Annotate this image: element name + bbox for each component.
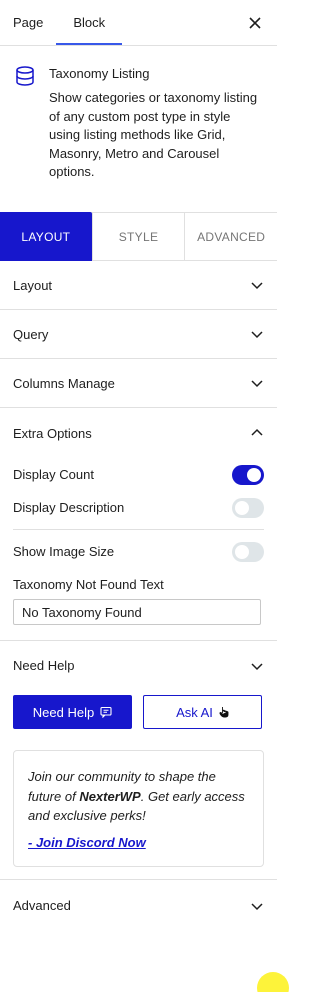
chevron-down-icon xyxy=(251,662,263,670)
toggle-knob xyxy=(235,500,249,515)
chevron-down-icon xyxy=(251,282,263,290)
community-card: Join our community to shape the future o… xyxy=(13,750,264,867)
chat-icon xyxy=(100,706,112,718)
toggle-knob xyxy=(247,467,261,482)
chevron-up-icon xyxy=(251,428,263,436)
toggle-knob xyxy=(235,544,249,559)
chevron-down-icon xyxy=(251,380,263,388)
brand-name: NexterWP xyxy=(79,788,141,804)
divider xyxy=(13,529,264,530)
help-buttons: Need Help Ask AI xyxy=(0,690,277,729)
pointer-hand-icon xyxy=(219,707,229,718)
panel-title: Columns Manage xyxy=(13,375,115,391)
tab-advanced[interactable]: ADVANCED xyxy=(184,213,277,260)
need-help-button[interactable]: Need Help xyxy=(13,695,132,729)
panel-title: Extra Options xyxy=(13,425,92,441)
need-help-button-label: Need Help xyxy=(32,704,95,720)
display-count-label: Display Count xyxy=(13,467,94,482)
display-count-row: Display Count xyxy=(0,458,277,491)
style-tabs: LAYOUT STYLE ADVANCED xyxy=(0,212,277,261)
chevron-down-icon xyxy=(251,331,263,339)
panel-advanced[interactable]: Advanced xyxy=(0,879,277,931)
display-description-label: Display Description xyxy=(13,500,125,515)
ask-ai-button-label: Ask AI xyxy=(176,704,213,720)
ask-ai-button[interactable]: Ask AI xyxy=(143,695,262,729)
join-discord-link[interactable]: - Join Discord Now xyxy=(28,833,146,853)
tab-page[interactable]: Page xyxy=(0,0,56,45)
panel-query[interactable]: Query xyxy=(0,310,277,359)
show-image-size-toggle[interactable] xyxy=(232,541,264,562)
database-icon xyxy=(16,66,34,86)
block-title: Taxonomy Listing xyxy=(49,66,150,81)
show-image-size-label: Show Image Size xyxy=(13,544,115,559)
close-icon[interactable] xyxy=(245,13,265,33)
display-count-toggle[interactable] xyxy=(232,464,264,485)
block-card: Taxonomy Listing Show categories or taxo… xyxy=(0,46,277,212)
panel-title: Need Help xyxy=(13,658,75,673)
block-description: Show categories or taxonomy listing of a… xyxy=(49,90,258,179)
help-launcher-badge[interactable] xyxy=(257,972,289,992)
tab-layout[interactable]: LAYOUT xyxy=(0,212,92,261)
display-description-toggle[interactable] xyxy=(232,497,264,518)
not-found-text-input[interactable] xyxy=(13,599,261,625)
top-tabs: Page Block xyxy=(0,0,277,46)
panel-extra-options: Extra Options Display Count Display Desc… xyxy=(0,408,277,641)
panel-layout[interactable]: Layout xyxy=(0,261,277,310)
panel-columns-manage[interactable]: Columns Manage xyxy=(0,359,277,408)
chevron-down-icon xyxy=(251,902,263,910)
panel-title: Layout xyxy=(13,277,53,293)
tab-style[interactable]: STYLE xyxy=(91,213,185,260)
panel-title: Query xyxy=(13,326,49,342)
panel-extra-options-header[interactable]: Extra Options xyxy=(0,408,277,458)
panel-title: Advanced xyxy=(13,898,71,913)
tab-block[interactable]: Block xyxy=(56,0,122,45)
show-image-size-row: Show Image Size xyxy=(0,535,277,568)
not-found-text-label: Taxonomy Not Found Text xyxy=(13,577,164,592)
display-description-row: Display Description xyxy=(0,491,277,524)
panel-need-help[interactable]: Need Help xyxy=(0,641,277,690)
